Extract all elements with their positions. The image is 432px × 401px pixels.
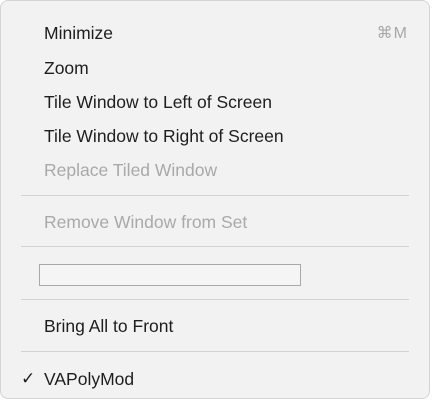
menu-item-zoom[interactable]: Zoom [1,51,429,85]
menu-text-field[interactable] [39,264,301,286]
menu-separator [21,246,409,247]
menu-separator [21,195,409,196]
menu-separator [21,299,409,300]
menu-item-label: Zoom [44,57,89,78]
menu-item-label: Replace Tiled Window [44,159,218,180]
menu-item-label: Tile Window to Right of Screen [44,125,284,146]
menu-item-bring-all-to-front[interactable]: Bring All to Front [1,309,429,343]
menu-item-label: VAPolyMod [44,368,135,389]
menu-separator [21,351,409,352]
menu-item-remove-window-from-set: Remove Window from Set [1,205,429,239]
menu-item-label: Remove Window from Set [44,211,248,232]
menu-item-vapolymod[interactable]: ✓ VAPolyMod [1,362,429,396]
menu-item-tile-left[interactable]: Tile Window to Left of Screen [1,85,429,119]
menu-item-label: Tile Window to Left of Screen [44,91,272,112]
menu-item-label: Bring All to Front [44,315,174,336]
menu-item-label: Minimize [44,22,114,43]
checkmark-icon: ✓ [21,369,36,388]
menu-item-minimize[interactable]: Minimize ⌘M [1,16,429,50]
keyboard-shortcut: ⌘M [376,25,408,42]
menu-item-tile-right[interactable]: Tile Window to Right of Screen [1,119,429,153]
window-menu: Minimize ⌘M Zoom Tile Window to Left of … [0,0,430,399]
menu-item-replace-tiled-window: Replace Tiled Window [1,153,429,187]
